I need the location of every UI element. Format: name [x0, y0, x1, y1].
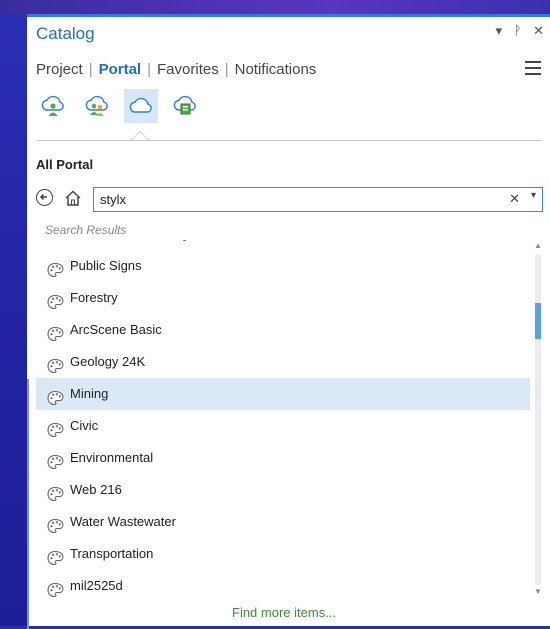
search-input[interactable]	[100, 191, 480, 208]
pane-window-controls: ▾ ᚹ ✕	[492, 23, 547, 39]
list-item[interactable]: Mining	[36, 378, 530, 410]
list-item[interactable]: mil2525d	[36, 570, 530, 602]
list-item-label: Transportation	[70, 546, 154, 561]
divider	[36, 140, 542, 141]
list-item-label: Web 216	[70, 482, 122, 497]
list-item-label: Public Signs	[70, 258, 142, 273]
list-item[interactable]: Geology 24K	[36, 346, 530, 378]
tab-separator: |	[147, 61, 152, 78]
list-item-label: ArcScene Basic	[70, 322, 162, 337]
style-palette-icon	[47, 482, 64, 502]
list-item-label: Mining	[70, 386, 109, 401]
pane-options-dropdown-icon[interactable]: ▾	[496, 23, 505, 39]
scroll-up-arrow-icon[interactable]: ▲	[534, 241, 542, 250]
tab-separator: |	[88, 61, 93, 78]
style-palette-icon	[47, 514, 64, 534]
clear-search-icon[interactable]: ✕	[509, 191, 520, 207]
list-item-label: Forestry	[70, 290, 118, 305]
desktop-background-band	[0, 0, 550, 14]
list-item[interactable]: Civic	[36, 410, 530, 442]
pane-titlebar: Catalog ▾ ᚹ ✕	[27, 17, 550, 51]
style-palette-icon	[47, 386, 64, 406]
list-item[interactable]: Web 216	[36, 474, 530, 506]
list-item-label: Environmental	[70, 450, 154, 465]
style-palette-icon	[47, 450, 64, 470]
style-palette-icon	[47, 546, 64, 566]
list-item-label: mil2525d	[70, 578, 123, 593]
list-item[interactable]: Public Signs	[36, 250, 530, 282]
tab-notifications[interactable]: Notifications	[235, 61, 317, 78]
style-palette-icon	[47, 354, 64, 374]
find-more-items-link[interactable]: Find more items...	[232, 605, 336, 620]
home-icon[interactable]	[63, 188, 83, 208]
pane-close-icon[interactable]: ✕	[533, 23, 546, 39]
search-results-list: Public Signs Forestry ArcScene Basic Geolog…	[36, 250, 530, 606]
list-item[interactable]: Forestry	[36, 282, 530, 314]
list-item-label: Geology 24K	[70, 354, 146, 369]
list-item-label: Water Wastewater	[70, 514, 176, 529]
catalog-tabs: Project | Portal | Favorites | Notifications	[36, 61, 316, 78]
pane-pin-icon[interactable]: ᚹ	[514, 23, 524, 38]
hamburger-menu-icon[interactable]	[525, 61, 541, 75]
scroll-thumb[interactable]	[535, 303, 541, 339]
pane-edge-accent	[27, 379, 29, 629]
selected-view-pointer	[131, 131, 149, 140]
style-palette-icon	[47, 290, 64, 310]
tab-portal[interactable]: Portal	[99, 61, 142, 78]
tab-project[interactable]: Project	[36, 61, 83, 78]
divider-mark	[183, 240, 186, 241]
all-portal-icon[interactable]	[124, 89, 158, 123]
living-atlas-icon[interactable]	[168, 89, 202, 123]
section-title: All Portal	[36, 157, 94, 172]
list-item[interactable]: Environmental	[36, 442, 530, 474]
back-arrow-icon[interactable]	[36, 189, 53, 206]
my-content-icon[interactable]	[36, 89, 70, 123]
search-results-label: Search Results	[45, 223, 127, 237]
style-palette-icon	[47, 418, 64, 438]
results-scrollbar[interactable]: ▲ ▼	[533, 241, 543, 599]
list-item[interactable]: Transportation	[36, 538, 530, 570]
pane-title: Catalog	[36, 24, 95, 43]
list-item[interactable]: ArcScene Basic	[36, 314, 530, 346]
list-item[interactable]: Water Wastewater	[36, 506, 530, 538]
catalog-pane: Catalog ▾ ᚹ ✕ Project | Portal | Favorites | N…	[27, 14, 550, 629]
tab-separator: |	[224, 61, 229, 78]
tab-favorites[interactable]: Favorites	[157, 61, 219, 78]
groups-icon[interactable]	[80, 89, 114, 123]
search-box: ✕ ▾	[93, 187, 543, 212]
search-options-chevron-icon[interactable]: ▾	[531, 190, 536, 201]
list-item-label: Civic	[70, 418, 99, 433]
style-palette-icon	[47, 258, 64, 278]
scroll-down-arrow-icon[interactable]: ▼	[534, 587, 542, 596]
style-palette-icon	[47, 578, 64, 598]
style-palette-icon	[47, 322, 64, 342]
